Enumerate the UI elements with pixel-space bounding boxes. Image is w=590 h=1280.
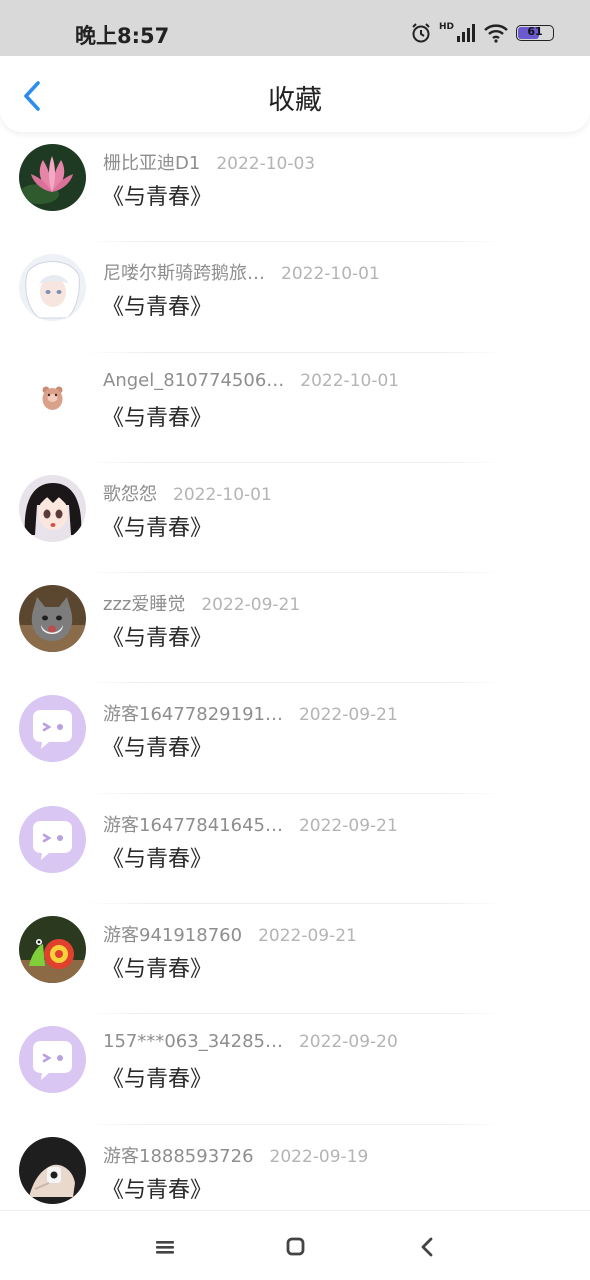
user-name[interactable]: 游客1888593726 — [103, 1142, 254, 1168]
status-time: 晚上8:57 — [75, 24, 170, 48]
user-name[interactable]: 游客941918760 — [103, 921, 242, 947]
wifi-icon — [484, 24, 508, 43]
list-item[interactable]: Angel_810774506… 2022-10-01 《与青春》 — [0, 353, 590, 463]
snail-avatar-image — [19, 916, 86, 984]
item-meta: 游客16477829191… 2022-09-21 — [103, 700, 398, 726]
user-name[interactable]: 157***063_34285… — [103, 1031, 283, 1052]
book-title[interactable]: 《与青春》 — [102, 400, 212, 432]
chat-bubble-avatar-icon — [19, 695, 86, 763]
avatar[interactable] — [19, 585, 86, 653]
favorite-date: 2022-09-21 — [298, 705, 398, 726]
book-title[interactable]: 《与青春》 — [102, 289, 212, 321]
list-item[interactable]: 栅比亚迪D1 2022-10-03 《与青春》 — [0, 132, 590, 243]
book-title[interactable]: 《与青春》 — [102, 179, 212, 211]
avatar[interactable] — [19, 916, 86, 984]
chat-bubble-avatar-icon — [19, 805, 86, 873]
book-title[interactable]: 《与青春》 — [102, 1172, 212, 1204]
favorite-date: 2022-10-01 — [281, 264, 380, 285]
favorite-date: 2022-09-20 — [298, 1032, 398, 1053]
favorite-date: 2022-10-01 — [300, 370, 400, 391]
book-title[interactable]: 《与青春》 — [102, 841, 212, 873]
alarm-icon — [412, 23, 430, 43]
item-meta: 游客1888593726 2022-09-19 — [103, 1142, 368, 1168]
home-icon[interactable] — [280, 1233, 310, 1261]
list-item[interactable]: 尼喽尔斯骑跨鹅旅… 2022-10-01 《与青春》 — [0, 242, 590, 353]
favorite-date: 2022-09-21 — [298, 815, 398, 836]
book-title[interactable]: 《与青春》 — [102, 951, 212, 983]
anime-girl-avatar-image — [19, 474, 86, 542]
cat-avatar-image — [19, 585, 86, 653]
status-icons: HD 61 — [410, 20, 554, 46]
favorites-list: 栅比亚迪D1 2022-10-03 《与青春》 尼喽尔斯骑跨鹅旅… 2022-1… — [0, 132, 590, 1235]
system-navigation-bar — [0, 1210, 590, 1280]
favorite-date: 2022-09-21 — [201, 595, 301, 616]
list-item[interactable]: 157***063_34285… 2022-09-20 《与青春》 — [0, 1014, 590, 1125]
header: 收藏 — [0, 56, 590, 132]
avatar[interactable] — [19, 254, 86, 322]
avatar[interactable] — [19, 1026, 86, 1094]
avatar[interactable] — [19, 1136, 86, 1204]
user-name[interactable]: 栅比亚迪D1 — [103, 149, 200, 175]
menu-icon[interactable] — [150, 1233, 180, 1261]
item-meta: zzz爱睡觉 2022-09-21 — [103, 590, 300, 616]
user-name[interactable]: 歌怨怨 — [103, 480, 157, 506]
user-name[interactable]: 尼喽尔斯骑跨鹅旅… — [103, 259, 265, 285]
book-title[interactable]: 《与青春》 — [102, 620, 212, 652]
item-meta: 157***063_34285… 2022-09-20 — [103, 1031, 398, 1052]
favorite-date: 2022-10-01 — [173, 484, 272, 505]
list-item[interactable]: zzz爱睡觉 2022-09-21 《与青春》 — [0, 573, 590, 684]
signal-icon — [457, 24, 475, 42]
avatar[interactable] — [19, 805, 86, 873]
list-item[interactable]: 游客16477829191… 2022-09-21 《与青春》 — [0, 683, 590, 794]
favorite-date: 2022-09-19 — [269, 1146, 369, 1167]
chat-bubble-avatar-icon — [19, 1026, 86, 1094]
hand-avatar-image — [19, 1136, 86, 1204]
book-title[interactable]: 《与青春》 — [102, 1061, 212, 1093]
item-meta: 歌怨怨 2022-10-01 — [103, 480, 272, 506]
lotus-avatar-image — [19, 144, 86, 211]
battery-icon: 61 — [516, 25, 554, 41]
avatar[interactable] — [19, 474, 86, 542]
anime-white-hair-avatar-image — [19, 254, 86, 322]
favorite-date: 2022-09-21 — [258, 926, 357, 947]
list-item[interactable]: 游客941918760 2022-09-21 《与青春》 — [0, 904, 590, 1015]
list-item[interactable]: 游客16477841645… 2022-09-21 《与青春》 — [0, 794, 590, 905]
page-title: 收藏 — [268, 85, 322, 116]
item-meta: 栅比亚迪D1 2022-10-03 — [103, 149, 315, 175]
list-item[interactable]: 歌怨怨 2022-10-01 《与青春》 — [0, 463, 590, 574]
back-nav-icon[interactable] — [413, 1233, 443, 1261]
bear-avatar-image — [19, 364, 86, 432]
item-meta: Angel_810774506… 2022-10-01 — [103, 370, 399, 391]
item-meta: 游客941918760 2022-09-21 — [103, 921, 357, 947]
item-meta: 游客16477841645… 2022-09-21 — [103, 811, 398, 837]
network-type-label: HD — [438, 22, 454, 32]
avatar[interactable] — [19, 144, 86, 211]
book-title[interactable]: 《与青春》 — [102, 510, 212, 542]
battery-level: 61 — [527, 25, 543, 38]
status-bar: 晚上8:57 HD 61 — [0, 0, 590, 56]
user-name[interactable]: 游客16477829191… — [103, 700, 283, 726]
avatar[interactable] — [19, 695, 86, 763]
avatar[interactable] — [19, 364, 86, 432]
favorite-date: 2022-10-03 — [216, 154, 316, 174]
user-name[interactable]: zzz爱睡觉 — [103, 590, 185, 616]
user-name[interactable]: Angel_810774506… — [103, 370, 284, 391]
user-name[interactable]: 游客16477841645… — [103, 811, 283, 837]
item-meta: 尼喽尔斯骑跨鹅旅… 2022-10-01 — [103, 259, 380, 285]
book-title[interactable]: 《与青春》 — [102, 730, 212, 762]
